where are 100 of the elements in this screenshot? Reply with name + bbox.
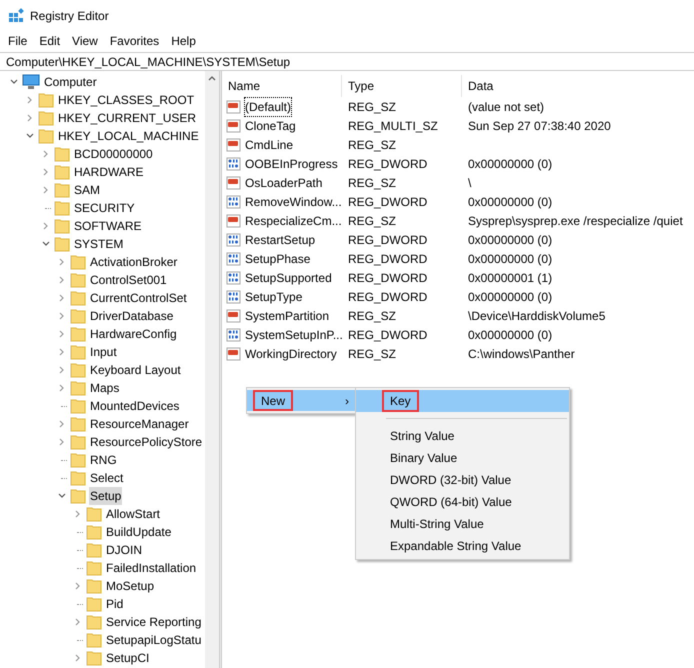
tree-item[interactable]: ControlSet001	[89, 271, 168, 289]
chevron-right-icon[interactable]	[58, 294, 66, 302]
chevron-right-icon[interactable]	[74, 510, 82, 518]
tree-item[interactable]: Service Reporting	[105, 613, 202, 631]
tree-item[interactable]: Keyboard Layout	[89, 361, 182, 379]
value-name[interactable]: SetupType	[244, 286, 304, 306]
value-name[interactable]: SystemSetupInP...	[244, 324, 344, 344]
chevron-down-icon[interactable]	[10, 78, 18, 86]
tree-item[interactable]: Input	[89, 343, 118, 361]
tree-item[interactable]: Pid	[105, 595, 124, 613]
chevron-right-icon[interactable]	[74, 618, 82, 626]
tree-item[interactable]: AllowStart	[105, 505, 162, 523]
value-name[interactable]: RestartSetup	[244, 230, 316, 250]
menu-item[interactable]: String Value	[356, 425, 569, 447]
tree-item[interactable]: FailedInstallation	[105, 559, 198, 577]
chevron-right-icon[interactable]	[42, 168, 50, 176]
chevron-right-icon[interactable]	[58, 258, 66, 266]
chevron-right-icon[interactable]	[42, 150, 50, 158]
folder-icon	[86, 578, 102, 594]
value-type: REG_SZ	[347, 174, 398, 192]
chevron-down-icon[interactable]	[58, 492, 66, 500]
value-data: 0x00000000 (0)	[467, 250, 554, 268]
value-name[interactable]: WorkingDirectory	[244, 344, 338, 364]
column-header[interactable]: Data	[462, 75, 694, 97]
tree-item[interactable]: HKEY_CLASSES_ROOT	[57, 91, 196, 109]
menu-item[interactable]: Help	[165, 32, 202, 50]
value-name[interactable]: CmdLine	[244, 134, 294, 154]
tree-item[interactable]: ResourcePolicyStore	[89, 433, 204, 451]
menu-item[interactable]: File	[2, 32, 34, 50]
menu-item[interactable]: Key	[356, 390, 569, 412]
value-name[interactable]: RemoveWindow...	[244, 192, 343, 212]
column-header[interactable]: Type	[342, 75, 462, 97]
chevron-right-icon[interactable]	[42, 222, 50, 230]
chevron-right-icon[interactable]	[26, 114, 34, 122]
menu-item[interactable]: Edit	[33, 32, 66, 50]
chevron-right-icon[interactable]	[58, 438, 66, 446]
value-name[interactable]: SetupSupported	[244, 268, 333, 288]
tree-item[interactable]: DriverDatabase	[89, 307, 174, 325]
scrollbar[interactable]	[205, 71, 219, 668]
chevron-right-icon[interactable]	[26, 96, 34, 104]
value-name[interactable]: RespecializeCm...	[244, 210, 343, 230]
chevron-down-icon[interactable]	[42, 240, 50, 248]
menu-item[interactable]: Binary Value	[356, 447, 569, 469]
chevron-right-icon[interactable]	[58, 276, 66, 284]
folder-icon	[70, 452, 86, 468]
menu-item[interactable]: QWORD (64-bit) Value	[356, 491, 569, 513]
menu-item[interactable]: DWORD (32-bit) Value	[356, 469, 569, 491]
menu-item[interactable]: Multi-String Value	[356, 513, 569, 535]
tree-item[interactable]: HKEY_LOCAL_MACHINE	[57, 127, 200, 145]
tree-item[interactable]: HKEY_CURRENT_USER	[57, 109, 198, 127]
value-type: REG_DWORD	[347, 156, 428, 172]
chevron-right-icon[interactable]	[58, 420, 66, 428]
menu-item[interactable]: View	[66, 32, 104, 50]
chevron-right-icon[interactable]	[58, 366, 66, 374]
tree-item[interactable]: MoSetup	[105, 577, 156, 595]
menu-item[interactable]: New ›	[247, 390, 355, 411]
column-header[interactable]: Name	[222, 75, 342, 97]
value-name[interactable]: SetupPhase	[244, 248, 312, 268]
tree-item[interactable]: HARDWARE	[73, 163, 145, 181]
tree-item[interactable]: ResourceManager	[89, 415, 190, 433]
tree-item[interactable]: HardwareConfig	[89, 325, 178, 343]
chevron-down-icon[interactable]	[26, 132, 34, 140]
chevron-right-icon[interactable]	[74, 582, 82, 590]
chevron-right-icon[interactable]	[58, 348, 66, 356]
tree-item[interactable]: SAM	[73, 181, 102, 199]
tree-item[interactable]: SetupapiLogStatu	[105, 631, 202, 649]
string-value-icon	[226, 136, 242, 152]
value-name[interactable]: CloneTag	[244, 116, 297, 136]
value-data: 0x00000000 (0)	[467, 194, 554, 210]
value-name[interactable]: SystemPartition	[244, 306, 330, 326]
tree-item[interactable]: ActivationBroker	[89, 253, 178, 271]
tree-item[interactable]: RNG	[89, 451, 118, 469]
tree-item[interactable]: SECURITY	[73, 199, 136, 217]
value-type: REG_DWORD	[347, 194, 428, 210]
chevron-right-icon[interactable]	[58, 312, 66, 320]
value-name[interactable]: OsLoaderPath	[244, 172, 324, 192]
tree-item[interactable]: DJOIN	[105, 541, 143, 559]
menu-item[interactable]: Favorites	[104, 32, 166, 50]
value-name[interactable]: OOBEInProgress	[244, 154, 339, 174]
tree-item[interactable]: SOFTWARE	[73, 217, 143, 235]
chevron-right-icon[interactable]	[58, 330, 66, 338]
scroll-up-icon[interactable]	[208, 75, 216, 81]
tree-item[interactable]: Setup	[89, 487, 122, 505]
tree-item[interactable]: Computer	[43, 73, 98, 91]
tree-item[interactable]: BuildUpdate	[105, 523, 172, 541]
chevron-right-icon[interactable]	[42, 186, 50, 194]
value-name[interactable]: (Default)	[244, 96, 292, 116]
tree-item[interactable]: Maps	[89, 379, 120, 397]
chevron-right-icon[interactable]	[58, 384, 66, 392]
address-bar[interactable]: Computer\HKEY_LOCAL_MACHINE\SYSTEM\Setup	[0, 52, 694, 71]
menu-item[interactable]: Expandable String Value	[356, 535, 569, 557]
folder-icon	[70, 326, 86, 342]
tree-item[interactable]: SYSTEM	[73, 235, 124, 253]
tree-item[interactable]: BCD00000000	[73, 145, 154, 163]
tree-item[interactable]: Select	[89, 469, 124, 487]
value-data: (value not set)	[467, 98, 546, 116]
tree-item[interactable]: MountedDevices	[89, 397, 180, 415]
chevron-right-icon[interactable]	[74, 654, 82, 662]
tree-item[interactable]: CurrentControlSet	[89, 289, 188, 307]
tree-item[interactable]: SetupCI	[105, 649, 150, 667]
